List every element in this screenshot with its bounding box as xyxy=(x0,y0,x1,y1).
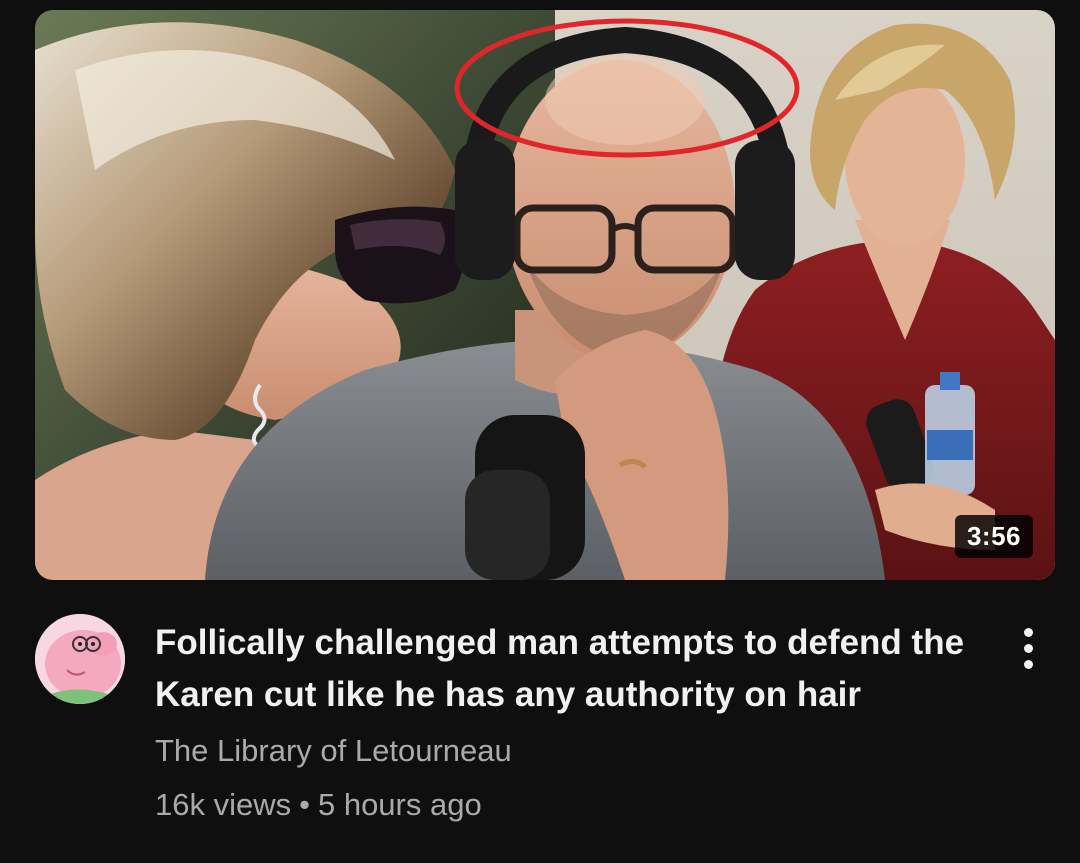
duration-badge: 3:56 xyxy=(954,515,1033,558)
video-thumbnail[interactable]: 3:56 xyxy=(35,10,1055,580)
menu-dot xyxy=(1023,627,1033,637)
view-count: 16k views xyxy=(155,787,292,822)
channel-avatar[interactable] xyxy=(35,614,125,704)
menu-dot xyxy=(1023,643,1033,653)
thumbnail-image xyxy=(35,10,1055,580)
video-card[interactable]: 3:56 Follically challenged man attempts … xyxy=(0,0,1080,863)
menu-dot xyxy=(1023,659,1033,669)
pig-avatar-icon xyxy=(35,614,125,704)
more-vert-icon[interactable] xyxy=(1008,618,1048,678)
meta-separator: • xyxy=(299,787,310,822)
video-title[interactable]: Follically challenged man attempts to de… xyxy=(155,617,985,721)
video-metadata: 16k views • 5 hours ago xyxy=(155,787,482,823)
upload-age: 5 hours ago xyxy=(317,787,482,822)
channel-name[interactable]: The Library of Letourneau xyxy=(155,733,512,769)
